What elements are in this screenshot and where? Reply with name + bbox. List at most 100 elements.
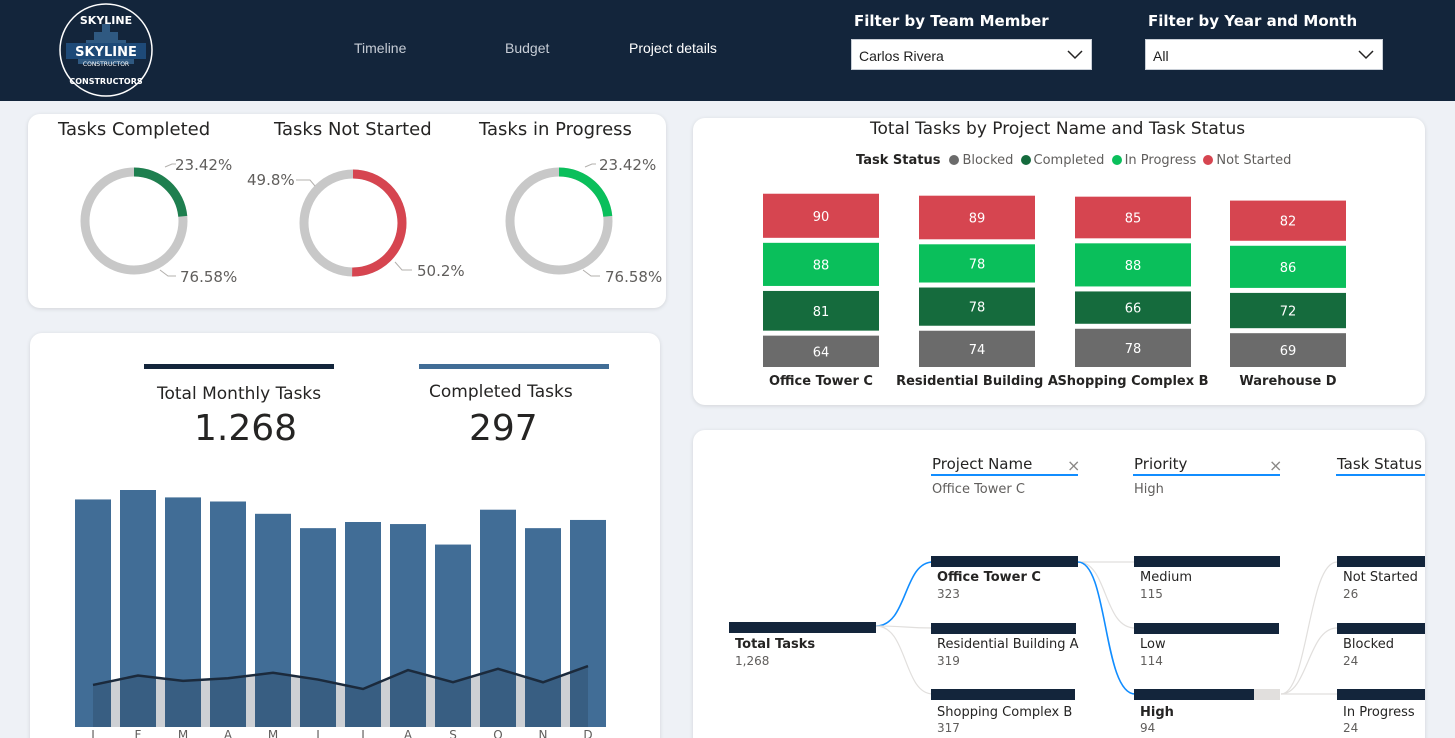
- status-segment-value: 69: [1280, 344, 1297, 359]
- status-segment-value: 90: [813, 210, 830, 225]
- legend-blocked-dot: [949, 155, 960, 165]
- tree-node-label: Blocked: [1343, 637, 1394, 652]
- legend-completed-dot: [1020, 155, 1031, 165]
- status-segment-value: 89: [969, 211, 986, 226]
- month-tick-label: N: [539, 728, 548, 738]
- tree-node-value: 24: [1343, 721, 1359, 735]
- total-kpi-accent: [144, 364, 334, 369]
- legend-completed[interactable]: Completed: [1034, 153, 1105, 168]
- tree-node-value: 24: [1343, 654, 1359, 668]
- tree-node-label: High: [1140, 705, 1174, 720]
- tree-node-bar[interactable]: [931, 623, 1076, 634]
- tree-node-bar[interactable]: [1337, 556, 1425, 567]
- month-tick-label: S: [449, 728, 457, 738]
- tree-node-bar[interactable]: [1134, 556, 1280, 567]
- tree-node-label: Office Tower C: [937, 570, 1041, 585]
- status-stacked-chart: 64 81 88 90 Office Tower C 74 78 78 89 Residentia…: [763, 193, 1346, 389]
- tree-root-value: 1,268: [735, 654, 770, 668]
- tasks-completed-rest-pct: 76.58%: [180, 268, 238, 286]
- month-tick-label: O: [493, 728, 502, 738]
- legend-not-started-dot: [1203, 155, 1214, 165]
- close-icon[interactable]: ×: [1269, 456, 1282, 475]
- tree-node-bar[interactable]: [1134, 689, 1254, 700]
- team-member-dropdown[interactable]: Carlos Rivera: [851, 39, 1092, 70]
- tree-node-bar[interactable]: [931, 689, 1075, 700]
- month-tick-label: M: [268, 728, 278, 738]
- tree-node-bar[interactable]: [931, 556, 1078, 567]
- month-tick-label: F: [135, 728, 142, 738]
- tree-node-value: 319: [937, 654, 960, 668]
- status-segment-value: 81: [813, 305, 830, 320]
- tree-level-status-underline: [1336, 474, 1425, 476]
- tree-node-label: Shopping Complex B: [937, 705, 1073, 720]
- tasks-in-progress-donut: [505, 167, 613, 275]
- tree-node-value: 26: [1343, 587, 1359, 601]
- tree-level-project-underline: [931, 474, 1078, 476]
- legend-not-started[interactable]: Not Started: [1216, 153, 1291, 168]
- total-monthly-tasks-label: Total Monthly Tasks: [157, 384, 322, 404]
- year-month-filter-label: Filter by Year and Month: [1148, 12, 1358, 30]
- tree-level-project-selection: Office Tower C: [932, 482, 1025, 497]
- tree-level-priority-underline: [1133, 474, 1280, 476]
- status-legend: Task Status Blocked Completed In Progress…: [856, 153, 1291, 168]
- tree-node-label: Low: [1140, 637, 1166, 652]
- tree-node-label: Medium: [1140, 570, 1192, 585]
- month-tick-label: A: [404, 728, 413, 738]
- legend-in-progress-dot: [1111, 155, 1122, 165]
- tree-level-status-header[interactable]: Task Status: [1337, 455, 1422, 473]
- tasks-not-started-highlight-pct: 50.2%: [417, 262, 465, 280]
- tree-node-label: Residential Building A: [937, 637, 1079, 652]
- tree-node-label: In Progress: [1343, 705, 1415, 720]
- legend-blocked[interactable]: Blocked: [962, 153, 1013, 168]
- completed-tasks-label: Completed Tasks: [429, 382, 573, 402]
- status-segment-value: 82: [1280, 215, 1297, 230]
- month-tick-label: J: [360, 728, 365, 738]
- tasks-not-started-donut: [299, 169, 407, 277]
- tree-level-project-header[interactable]: Project Name: [932, 455, 1032, 473]
- tree-node-bar[interactable]: [1337, 689, 1425, 700]
- tree-node-remainder: [1254, 689, 1280, 700]
- month-tick-label: A: [224, 728, 233, 738]
- tree-level-priority-selection: High: [1134, 482, 1164, 497]
- month-tick-label: J: [315, 728, 320, 738]
- status-segment-value: 64: [813, 345, 830, 360]
- tree-node-value: 94: [1140, 721, 1156, 735]
- close-icon[interactable]: ×: [1067, 456, 1080, 475]
- year-month-dropdown[interactable]: All: [1145, 39, 1383, 70]
- tree-node-value: 323: [937, 587, 960, 601]
- tree-node-value: 115: [1140, 587, 1163, 601]
- team-member-filter-label: Filter by Team Member: [854, 12, 1049, 30]
- tree-root-bar[interactable]: [729, 622, 876, 633]
- tasks-in-progress-highlight-pct: 23.42%: [599, 156, 657, 174]
- tree-node-value: 114: [1140, 654, 1163, 668]
- status-chart-title: Total Tasks by Project Name and Task Sta…: [870, 119, 1246, 139]
- tree-node-label: Not Started: [1343, 570, 1418, 585]
- tree-level-priority-header[interactable]: Priority: [1134, 455, 1187, 473]
- completed-tasks-value: 297: [469, 408, 538, 449]
- chevron-down-icon: [1358, 50, 1374, 60]
- tree-node-value: 317: [937, 721, 960, 735]
- project-axis-label: Residential Building A: [896, 374, 1058, 389]
- status-segment-value: 85: [1125, 211, 1142, 226]
- tasks-not-started-rest-pct: 49.8%: [247, 171, 295, 189]
- completed-kpi-accent: [419, 364, 609, 369]
- tasks-in-progress-rest-pct: 76.58%: [605, 268, 663, 286]
- month-tick-label: J: [90, 728, 95, 738]
- tree-node-bar[interactable]: [1134, 623, 1279, 634]
- tasks-completed-donut: [80, 167, 188, 275]
- legend-title: Task Status: [856, 153, 941, 168]
- tree-node-bar[interactable]: [1337, 623, 1425, 634]
- legend-in-progress[interactable]: In Progress: [1125, 153, 1197, 168]
- team-member-value: Carlos Rivera: [859, 48, 944, 64]
- chevron-down-icon: [1067, 50, 1083, 60]
- project-axis-label: Shopping Complex B: [1057, 374, 1208, 389]
- month-tick-label: M: [178, 728, 188, 738]
- status-segment-value: 78: [969, 257, 986, 272]
- status-segment-value: 88: [813, 258, 830, 273]
- status-segment-value: 78: [1125, 342, 1142, 357]
- tree-root-label: Total Tasks: [735, 637, 816, 652]
- status-segment-value: 86: [1280, 261, 1297, 276]
- month-tick-label: D: [583, 728, 592, 738]
- year-month-value: All: [1153, 48, 1169, 64]
- tree-content: Project Name × Office Tower C Priority ×…: [693, 430, 1425, 738]
